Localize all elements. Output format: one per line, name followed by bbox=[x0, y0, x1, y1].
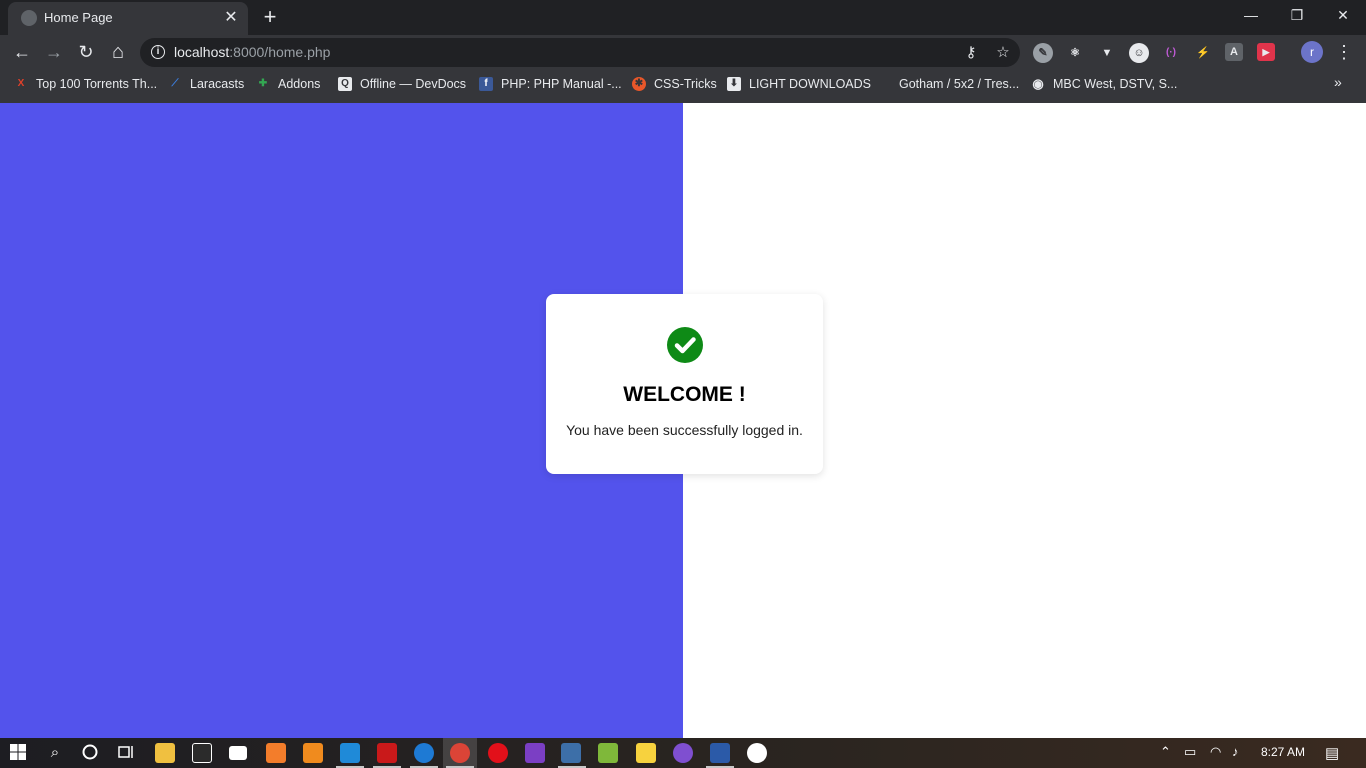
info-icon[interactable]: i bbox=[151, 45, 165, 59]
restore-button[interactable]: ❐ bbox=[1274, 0, 1320, 32]
close-tab-icon[interactable]: ✕ bbox=[221, 7, 241, 29]
search-icon[interactable]: ⌕ bbox=[45, 743, 65, 763]
notes-app-icon[interactable] bbox=[561, 743, 581, 763]
back-button[interactable]: ← bbox=[8, 38, 36, 66]
bookmark-label: Laracasts bbox=[190, 77, 245, 91]
facebook-icon: f bbox=[479, 77, 493, 91]
new-tab-button[interactable]: + bbox=[258, 4, 282, 30]
extension-a-icon[interactable]: A bbox=[1225, 43, 1243, 61]
acrobat-icon[interactable] bbox=[377, 743, 397, 763]
url-rest: :8000/home.php bbox=[229, 44, 331, 60]
paint-icon[interactable] bbox=[747, 743, 767, 763]
sublime-icon[interactable] bbox=[303, 743, 323, 763]
react-devtools-icon[interactable]: ⚛ bbox=[1065, 43, 1085, 63]
battery-icon[interactable]: ▭ bbox=[1184, 744, 1196, 760]
reload-button[interactable]: ↻ bbox=[72, 38, 100, 66]
volume-icon[interactable]: ♪ bbox=[1232, 744, 1239, 759]
bookmark-item[interactable]: Q Offline — DevDocs bbox=[338, 75, 466, 93]
bookmark-item[interactable]: f PHP: PHP Manual -... bbox=[479, 75, 622, 93]
bookmark-item[interactable]: ✚ Addons bbox=[256, 75, 321, 93]
bookmark-label: Addons bbox=[278, 77, 321, 91]
mail-icon[interactable] bbox=[229, 746, 247, 760]
wifi-icon[interactable]: ◠ bbox=[1210, 744, 1221, 760]
check-circle-icon bbox=[667, 327, 703, 363]
stack-app-icon[interactable] bbox=[598, 743, 618, 763]
bookmark-label: Top 100 Torrents Th... bbox=[36, 77, 158, 91]
windows-start-icon[interactable] bbox=[8, 743, 28, 763]
extension-play-icon[interactable]: ▶ bbox=[1257, 43, 1275, 61]
chevron-up-icon[interactable]: ⌃ bbox=[1160, 744, 1171, 760]
home-button[interactable]: ⌂ bbox=[104, 38, 132, 66]
success-message: You have been successfully logged in. bbox=[566, 422, 803, 438]
xampp-icon[interactable] bbox=[266, 743, 286, 763]
puzzle-icon: ✚ bbox=[258, 78, 268, 89]
globe-icon bbox=[21, 10, 37, 26]
bookmark-label: Gotham / 5x2 / Tres... bbox=[899, 77, 1020, 91]
opera-icon[interactable] bbox=[488, 743, 508, 763]
profile-avatar[interactable]: r bbox=[1301, 41, 1323, 63]
discord-icon[interactable] bbox=[673, 743, 693, 763]
welcome-card: WELCOME ! You have been successfully log… bbox=[546, 294, 823, 474]
task-view-icon[interactable] bbox=[116, 743, 136, 763]
key-icon[interactable]: ⚷ bbox=[960, 42, 982, 64]
url-host: localhost bbox=[174, 44, 230, 60]
bookmark-item[interactable]: X Top 100 Torrents Th... bbox=[14, 75, 157, 93]
file-explorer-icon[interactable] bbox=[155, 743, 175, 763]
chevron-right-icon[interactable]: » bbox=[1334, 74, 1342, 90]
system-clock[interactable]: 8:27 AM bbox=[1261, 745, 1305, 759]
word-icon[interactable] bbox=[710, 743, 730, 763]
tab-strip: Home Page ✕ + — ❐ ✕ bbox=[0, 0, 1366, 35]
browser-chrome: Home Page ✕ + — ❐ ✕ ← → ↻ ⌂ i localhost:… bbox=[0, 0, 1366, 103]
bookmark-item[interactable]: ✱ CSS-Tricks bbox=[632, 75, 717, 93]
sticky-notes-icon[interactable] bbox=[636, 743, 656, 763]
torrent-icon: X bbox=[17, 78, 25, 89]
bookmark-item[interactable]: ⟋ Laracasts bbox=[168, 75, 245, 93]
page-viewport: WELCOME ! You have been successfully log… bbox=[0, 103, 1366, 738]
chrome-icon[interactable] bbox=[450, 743, 470, 763]
address-bar[interactable]: i localhost:8000/home.php ⚷ ☆ bbox=[140, 38, 1020, 67]
extension-signal-icon[interactable]: (·) bbox=[1161, 43, 1181, 63]
tab-title: Home Page bbox=[44, 10, 113, 25]
extension-bolt-icon[interactable]: ⚡ bbox=[1193, 43, 1213, 63]
bookmark-label: MBC West, DSTV, S... bbox=[1053, 77, 1178, 91]
close-window-button[interactable]: ✕ bbox=[1320, 0, 1366, 32]
blank-favicon-icon bbox=[877, 77, 891, 91]
css-tricks-icon: ✱ bbox=[632, 77, 646, 91]
notification-icon[interactable]: ▤ bbox=[1325, 744, 1339, 762]
star-icon[interactable]: ☆ bbox=[992, 42, 1014, 64]
globe-icon: ◉ bbox=[1032, 76, 1044, 91]
cortana-icon[interactable] bbox=[80, 743, 100, 763]
devdocs-icon: Q bbox=[338, 77, 352, 91]
minimize-button[interactable]: — bbox=[1228, 0, 1274, 32]
url-text[interactable]: localhost:8000/home.php bbox=[174, 44, 330, 60]
extension-face-icon[interactable]: ☺ bbox=[1129, 43, 1149, 63]
vscode-icon[interactable] bbox=[340, 743, 360, 763]
bookmark-label: PHP: PHP Manual -... bbox=[501, 77, 622, 91]
store-icon[interactable] bbox=[192, 743, 212, 763]
bookmark-label: CSS-Tricks bbox=[654, 77, 717, 91]
edge-icon[interactable] bbox=[414, 743, 434, 763]
bookmarks-bar: X Top 100 Torrents Th... ⟋ Laracasts ✚ A… bbox=[0, 69, 1366, 99]
laracasts-icon: ⟋ bbox=[171, 78, 179, 89]
menu-icon[interactable]: ⋮ bbox=[1334, 40, 1354, 64]
bookmark-item[interactable]: Gotham / 5x2 / Tres... bbox=[877, 75, 1019, 93]
download-icon: ⬇ bbox=[727, 77, 741, 91]
forward-button[interactable]: → bbox=[40, 38, 68, 66]
windows-taskbar: ⌕ ⌃ ▭ ◠ ♪ 8:27 AM ▤ bbox=[0, 738, 1366, 768]
bookmark-item[interactable]: ⬇ LIGHT DOWNLOADS bbox=[727, 75, 871, 93]
welcome-title: WELCOME ! bbox=[623, 383, 746, 406]
tab-home-page[interactable]: Home Page ✕ bbox=[8, 2, 248, 35]
visual-studio-icon[interactable] bbox=[525, 743, 545, 763]
vue-devtools-icon[interactable]: ▼ bbox=[1097, 43, 1117, 63]
extension-icon[interactable]: ✎ bbox=[1033, 43, 1053, 63]
bookmark-item[interactable]: ◉ MBC West, DSTV, S... bbox=[1031, 75, 1177, 93]
bookmark-label: Offline — DevDocs bbox=[360, 77, 467, 91]
bookmark-label: LIGHT DOWNLOADS bbox=[749, 77, 872, 91]
